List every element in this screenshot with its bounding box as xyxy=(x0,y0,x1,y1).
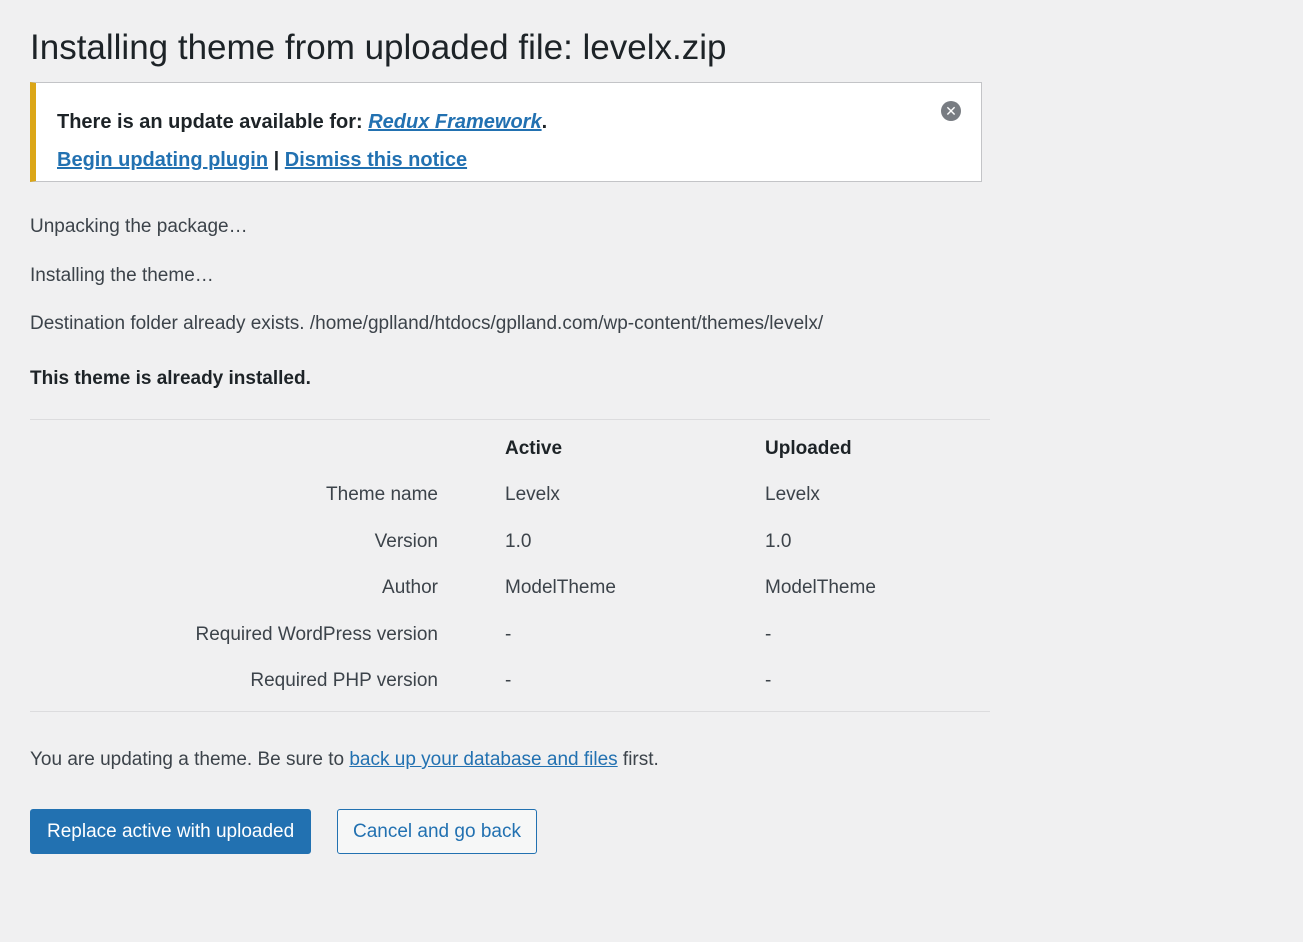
column-header-active: Active xyxy=(505,438,563,459)
uploaded-value: - xyxy=(765,624,772,645)
notice-actions: Begin updating plugin | Dismiss this not… xyxy=(57,149,467,172)
replace-active-button[interactable]: Replace active with uploaded xyxy=(30,809,312,854)
already-installed-message: This theme is already installed. xyxy=(30,368,311,389)
notice-separator: | xyxy=(268,149,285,171)
dismiss-notice-link[interactable]: Dismiss this notice xyxy=(285,149,467,171)
installing-message: Installing the theme… xyxy=(30,265,214,286)
row-label: Required PHP version xyxy=(250,670,438,691)
notice-prefix: There is an update available for: xyxy=(57,111,369,133)
column-header-uploaded: Uploaded xyxy=(765,438,852,459)
row-label: Required WordPress version xyxy=(195,624,438,645)
active-value: Levelx xyxy=(505,484,560,505)
uploaded-value: - xyxy=(765,670,772,691)
row-label: Theme name xyxy=(326,484,438,505)
active-value: - xyxy=(505,670,512,691)
active-value: 1.0 xyxy=(505,531,532,552)
notice-suffix: . xyxy=(541,111,548,133)
table-top-divider xyxy=(30,419,990,420)
active-value: ModelTheme xyxy=(505,577,616,598)
backup-link[interactable]: back up your database and files xyxy=(349,749,617,770)
table-bottom-divider xyxy=(30,711,990,712)
backup-warning-suffix: first. xyxy=(617,749,659,770)
uploaded-value: Levelx xyxy=(765,484,820,505)
notice-message: There is an update available for: Redux … xyxy=(57,111,547,134)
row-label: Author xyxy=(382,577,438,598)
backup-warning: You are updating a theme. Be sure to bac… xyxy=(30,749,659,771)
uploaded-value: ModelTheme xyxy=(765,577,876,598)
backup-warning-prefix: You are updating a theme. Be sure to xyxy=(30,749,350,770)
uploaded-value: 1.0 xyxy=(765,531,792,552)
begin-updating-plugin-link[interactable]: Begin updating plugin xyxy=(57,149,268,171)
page-title: Installing theme from uploaded file: lev… xyxy=(30,28,727,67)
update-notice: There is an update available for: Redux … xyxy=(30,82,982,182)
plugin-link[interactable]: Redux Framework xyxy=(368,111,541,133)
active-value: - xyxy=(505,624,512,645)
unpacking-message: Unpacking the package… xyxy=(30,216,248,237)
close-circle-icon[interactable]: ✕ xyxy=(941,101,961,121)
destination-message: Destination folder already exists. /home… xyxy=(30,313,824,334)
row-label: Version xyxy=(374,531,438,552)
cancel-button[interactable]: Cancel and go back xyxy=(337,809,537,854)
